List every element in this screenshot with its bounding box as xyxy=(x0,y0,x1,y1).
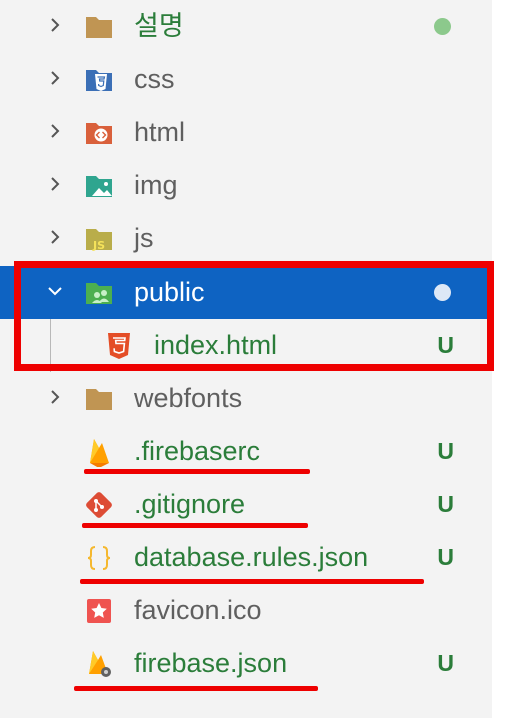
git-untracked-badge: U xyxy=(437,650,454,676)
tree-item-label: webfonts xyxy=(134,383,243,413)
chevron-right-icon[interactable] xyxy=(48,71,62,85)
tree-item-label: .gitignore xyxy=(134,489,246,519)
tree-item-folder-seolmyeong[interactable]: 설명 xyxy=(0,0,492,53)
modified-dot-indicator xyxy=(434,18,451,35)
tree-indent-guide xyxy=(50,319,51,372)
tree-item-label: favicon.ico xyxy=(134,595,262,625)
html5-file-icon xyxy=(108,333,130,359)
tree-item-label: html xyxy=(134,117,186,147)
chevron-down-icon[interactable] xyxy=(48,284,62,298)
tree-item-label: firebase.json xyxy=(134,648,288,678)
tree-item-file-favicon-ico[interactable]: favicon.ico xyxy=(0,584,492,637)
tree-item-folder-public[interactable]: public xyxy=(0,266,492,319)
tree-item-label: index.html xyxy=(154,330,278,360)
chevron-right-icon[interactable] xyxy=(48,18,62,32)
tree-item-label: public xyxy=(134,277,205,307)
tree-item-label: js xyxy=(134,223,154,253)
favicon-star-icon xyxy=(87,599,111,623)
svg-text:JS: JS xyxy=(92,239,105,252)
chevron-right-icon[interactable] xyxy=(48,177,62,191)
git-untracked-badge: U xyxy=(437,332,454,358)
chevron-right-icon[interactable] xyxy=(48,124,62,138)
css-folder-icon xyxy=(86,70,112,91)
tree-item-label: 설명 xyxy=(134,11,184,41)
annotation-underline-database-rules xyxy=(80,579,424,584)
tree-item-file-database-rules-json[interactable]: database.rules.json U xyxy=(0,531,492,584)
annotation-underline-firebase-json xyxy=(74,686,318,691)
chevron-right-icon[interactable] xyxy=(48,390,62,404)
tree-item-label: css xyxy=(134,64,175,94)
tree-item-label: database.rules.json xyxy=(134,542,369,572)
annotation-underline-firebaserc xyxy=(84,469,310,474)
json-braces-icon xyxy=(87,546,111,570)
annotation-underline-gitignore xyxy=(82,523,308,528)
tree-item-file-firebase-json[interactable]: firebase.json U xyxy=(0,637,492,690)
scrollbar-track[interactable] xyxy=(492,0,512,718)
folder-icon xyxy=(86,389,112,410)
git-icon xyxy=(86,492,112,518)
git-untracked-badge: U xyxy=(437,491,454,517)
public-folder-icon xyxy=(86,283,112,304)
git-untracked-badge: U xyxy=(437,544,454,570)
tree-item-folder-img[interactable]: img xyxy=(0,159,492,212)
tree-item-folder-js[interactable]: JS js xyxy=(0,212,492,265)
tree-item-label: img xyxy=(134,170,178,200)
firebase-icon xyxy=(90,439,109,467)
tree-item-folder-webfonts[interactable]: webfonts xyxy=(0,372,492,425)
modified-dot-indicator xyxy=(434,284,451,301)
firebase-json-icon xyxy=(89,651,111,677)
tree-item-folder-css[interactable]: css xyxy=(0,53,492,106)
tree-item-folder-html[interactable]: html xyxy=(0,106,492,159)
images-folder-icon xyxy=(86,176,112,197)
folder-icon xyxy=(86,17,112,38)
tree-item-file-index-html[interactable]: index.html U xyxy=(0,319,492,372)
tree-item-label: .firebaserc xyxy=(134,436,261,466)
html-folder-icon xyxy=(86,123,112,144)
git-untracked-badge: U xyxy=(437,438,454,464)
js-folder-icon: JS xyxy=(86,229,112,252)
chevron-right-icon[interactable] xyxy=(48,230,62,244)
